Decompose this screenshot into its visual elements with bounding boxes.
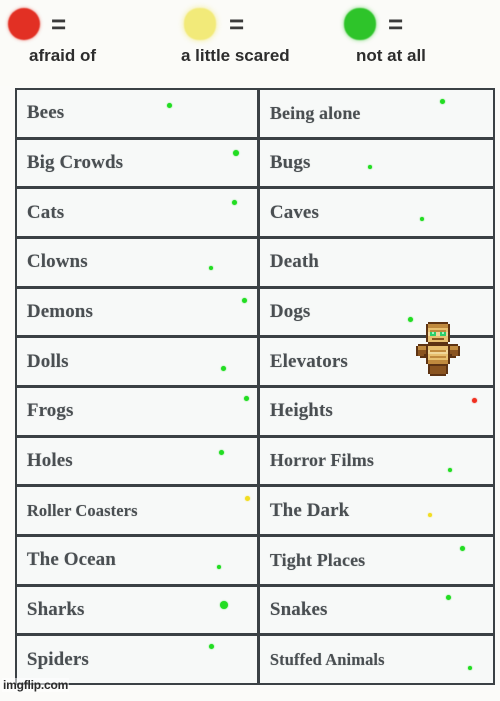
cell-label: Caves [269, 201, 319, 223]
legend-row: = [168, 6, 343, 44]
phobia-table: Bees Being alone Big Crowds Bugs Cats Caves Cl… [14, 87, 495, 685]
green-dot-mark [216, 564, 221, 569]
table-cell[interactable]: Holes [14, 435, 259, 487]
green-dot-mark [208, 644, 214, 650]
green-dot-mark [243, 395, 249, 401]
green-dot-mark [445, 594, 451, 600]
cell-label: Dolls [26, 350, 69, 372]
yellow-dot-mark [244, 496, 250, 502]
table-cell[interactable]: Cats [14, 187, 259, 238]
green-dot-mark [220, 366, 226, 372]
green-dot-mark [231, 200, 237, 206]
cell-label: Roller Coasters [26, 500, 138, 520]
green-dot-mark [419, 217, 424, 222]
green-dot-mark [447, 467, 452, 472]
table-cell[interactable]: Big Crowds [14, 137, 259, 189]
totem-of-undying-sprite [416, 322, 460, 378]
green-dot-mark [208, 265, 213, 270]
cell-label: Stuffed Animals [269, 649, 385, 669]
cell-label: Spiders [26, 648, 89, 670]
table-cell[interactable]: Death [257, 236, 495, 288]
imgflip-watermark: imgflip.com [2, 678, 70, 692]
green-dot-mark [241, 297, 247, 303]
cell-label: Big Crowds [26, 151, 124, 173]
table-cell[interactable]: Caves [257, 187, 495, 238]
table-cell[interactable]: Snakes [257, 584, 495, 636]
green-circle-icon [344, 8, 376, 40]
cell-label: Holes [26, 449, 73, 471]
table-cell[interactable]: The Dark [257, 485, 495, 536]
table-cell[interactable]: Bugs [257, 137, 495, 189]
table-cell[interactable]: The Ocean [14, 534, 259, 586]
legend-item-afraid-of: = afraid of [2, 0, 152, 86]
table-cell[interactable]: Stuffed Animals [257, 634, 495, 685]
legend: = afraid of = a little scared = not at a… [0, 0, 500, 86]
green-dot-mark [439, 98, 445, 104]
legend-label-not-at-all: not at all [356, 46, 426, 65]
red-dot-mark [471, 397, 477, 403]
green-dot-mark [467, 666, 472, 671]
cell-label: Bugs [269, 151, 311, 173]
equals-sign: = [388, 9, 403, 39]
cell-label: Cats [26, 201, 65, 223]
green-dot-mark [459, 545, 465, 551]
cell-label: Bees [26, 102, 65, 124]
yellow-dot-mark [427, 513, 432, 518]
cell-label: The Dark [269, 499, 350, 521]
equals-sign: = [229, 9, 244, 39]
cell-label: The Ocean [26, 549, 116, 571]
green-dot-mark [407, 316, 413, 322]
table-cell[interactable]: Bees [14, 87, 259, 139]
cell-label: Heights [269, 400, 333, 422]
cell-label: Being alone [269, 102, 361, 123]
cell-label: Death [269, 251, 319, 273]
red-circle-icon [8, 8, 40, 40]
cell-label: Sharks [26, 598, 85, 620]
legend-row: = [2, 6, 152, 44]
green-dot-mark [166, 102, 172, 108]
legend-item-a-little-scared: = a little scared [168, 0, 343, 86]
green-dot-mark [367, 164, 372, 169]
table-cell[interactable]: Clowns [14, 236, 259, 288]
table-cell[interactable]: Tight Places [257, 534, 495, 586]
cell-label: Snakes [269, 598, 328, 620]
cell-label: Elevators [269, 350, 348, 372]
table-cell[interactable]: Dolls [14, 336, 259, 387]
cell-label: Clowns [26, 251, 88, 273]
cell-label: Frogs [26, 400, 74, 422]
table-cell[interactable]: Roller Coasters [14, 485, 259, 536]
table-cell[interactable]: Being alone [257, 87, 495, 139]
green-dot-mark [218, 449, 224, 455]
table-cell[interactable]: Heights [257, 385, 495, 437]
green-dot-mark [219, 600, 228, 609]
green-dot-mark [232, 149, 239, 156]
legend-label-a-little-scared: a little scared [181, 46, 290, 65]
legend-label-afraid-of: afraid of [29, 46, 97, 65]
legend-item-not-at-all: = not at all [338, 0, 498, 86]
phobia-grid: Bees Being alone Big Crowds Bugs Cats Caves Cl… [14, 87, 495, 685]
table-cell[interactable]: Sharks [14, 584, 259, 636]
yellow-circle-icon [184, 8, 216, 40]
phobia-checklist-meme: = afraid of = a little scared = not at a… [0, 0, 500, 701]
table-cell[interactable]: Demons [14, 286, 259, 338]
cell-label: Demons [26, 300, 93, 322]
cell-label: Dogs [269, 300, 311, 322]
cell-label: Horror Films [269, 450, 374, 471]
cell-label: Tight Places [269, 549, 366, 570]
legend-row: = [338, 6, 498, 44]
equals-sign: = [51, 9, 66, 39]
table-cell[interactable]: Frogs [14, 385, 259, 437]
table-cell[interactable]: Horror Films [257, 435, 495, 487]
